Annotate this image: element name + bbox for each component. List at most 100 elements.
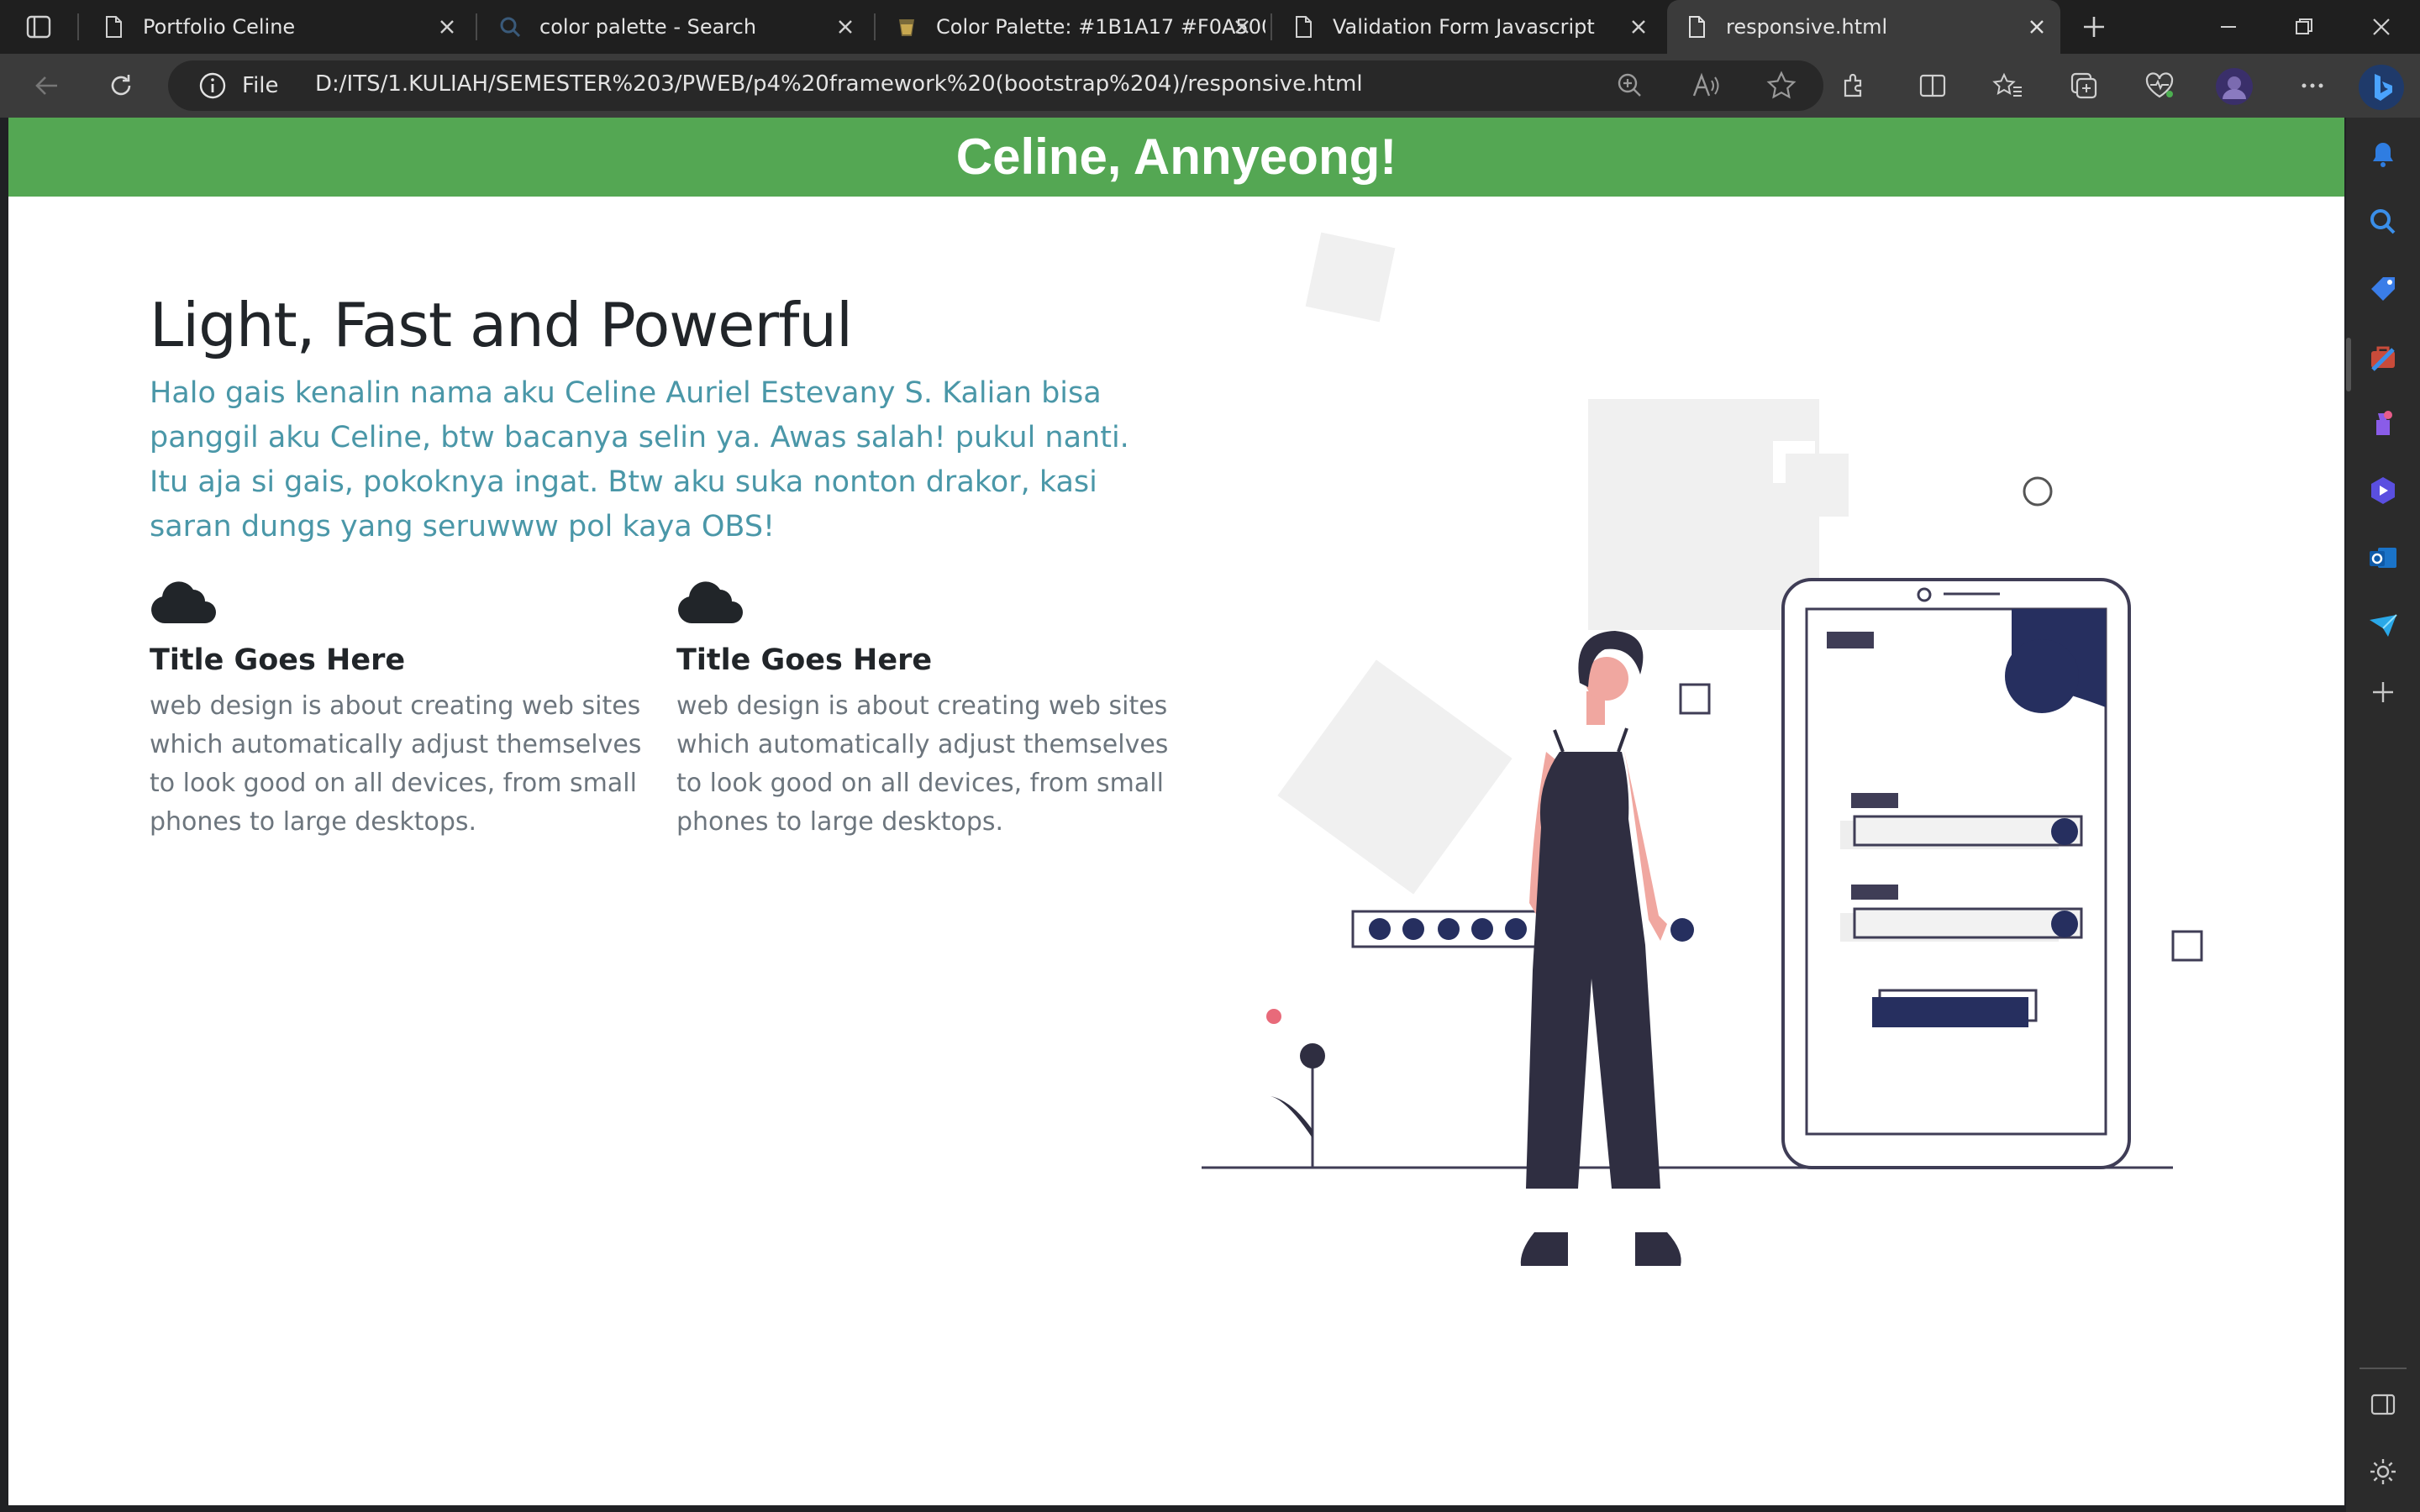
password-dot	[1369, 918, 1391, 940]
plant-flower	[1300, 1043, 1325, 1068]
form-button	[1872, 997, 2028, 1027]
decor-circle	[2023, 476, 2053, 507]
page-icon	[106, 16, 122, 38]
phone-circle-shape	[2005, 639, 2079, 713]
tab-responsive[interactable]: responsive.html	[1667, 0, 2060, 54]
tools-icon[interactable]	[2366, 341, 2400, 375]
tab-separator	[1270, 13, 1272, 40]
decor-small-square	[1679, 683, 1711, 715]
feature-title: Title Goes Here	[150, 643, 406, 677]
woman-left-boot	[1520, 1232, 1568, 1266]
games-icon[interactable]	[2366, 407, 2400, 440]
notifications-bell-icon[interactable]	[2366, 138, 2400, 171]
woman-right-boot	[1635, 1232, 1681, 1266]
decor-square	[1786, 454, 1849, 517]
send-drop-icon[interactable]	[2366, 608, 2400, 642]
microsoft-365-icon[interactable]	[2366, 474, 2400, 507]
zoom-icon[interactable]	[1613, 69, 1647, 102]
tab-color-palette[interactable]: Color Palette: #1B1A17 #F0A500	[877, 0, 1265, 54]
close-window-icon[interactable]	[2365, 10, 2398, 44]
tab-color-search[interactable]: color palette - Search	[481, 0, 869, 54]
form-label-bar	[1851, 793, 1898, 808]
profile-avatar[interactable]	[2215, 67, 2254, 106]
page-icon	[1296, 16, 1312, 38]
feature-title: Title Goes Here	[676, 643, 933, 677]
phone-logo-bar	[1827, 632, 1874, 648]
close-icon[interactable]	[2023, 13, 2050, 40]
back-icon[interactable]	[30, 69, 64, 102]
search-icon	[500, 17, 521, 38]
tab-separator	[77, 13, 79, 40]
feature-card: Title Goes Here web design is about crea…	[150, 580, 645, 842]
tab-title: Color Palette: #1B1A17 #F0A500	[936, 15, 1265, 39]
tab-separator	[874, 13, 876, 40]
feature-description: web design is about creating web sites w…	[676, 691, 1169, 837]
tab-validation-form[interactable]: Validation Form Javascript	[1274, 0, 1662, 54]
url-text[interactable]: D:/ITS/1.KULIAH/SEMESTER%203/PWEB/p4%20f…	[315, 71, 1363, 97]
form-label-bar	[1851, 885, 1898, 900]
feature-card: Title Goes Here web design is about crea…	[676, 580, 1172, 842]
new-tab-icon[interactable]	[2077, 10, 2111, 44]
sidebar-divider	[2360, 1368, 2407, 1369]
address-bar[interactable]: File D:/ITS/1.KULIAH/SEMESTER%203/PWEB/p…	[168, 60, 1823, 111]
settings-gear-icon[interactable]	[2366, 1455, 2400, 1488]
extensions-icon[interactable]	[1837, 69, 1870, 102]
browser-essentials-icon[interactable]	[2143, 69, 2176, 102]
form-input	[1853, 907, 2083, 939]
bing-copilot-icon[interactable]	[2358, 64, 2405, 111]
form-input	[1853, 815, 2083, 847]
form-input-knob	[2051, 818, 2078, 845]
close-icon[interactable]	[434, 13, 460, 40]
phone-mockup	[1781, 578, 2131, 1169]
close-icon[interactable]	[1228, 13, 1255, 40]
close-icon[interactable]	[1625, 13, 1652, 40]
cloud-icon	[151, 581, 216, 623]
search-icon[interactable]	[2366, 205, 2400, 239]
site-info-button[interactable]: File	[198, 71, 279, 101]
form-input-knob	[2051, 911, 2078, 937]
woman-dress	[1526, 752, 1660, 1189]
plant-bud	[1266, 1009, 1281, 1024]
password-dot	[1402, 918, 1424, 940]
outlook-icon[interactable]	[2366, 541, 2400, 575]
add-sidebar-app-icon[interactable]	[2366, 675, 2400, 709]
close-icon[interactable]	[832, 13, 859, 40]
browser-toolbar: File D:/ITS/1.KULIAH/SEMESTER%203/PWEB/p…	[0, 54, 2420, 118]
feature-description: web design is about creating web sites w…	[150, 691, 642, 837]
decor-square	[1305, 232, 1396, 323]
read-aloud-icon[interactable]	[1689, 69, 1723, 102]
edge-sidebar	[2346, 118, 2420, 1512]
shopping-tag-icon[interactable]	[2366, 272, 2400, 306]
hero-paragraph: Halo gais kenalin nama aku Celine Auriel…	[150, 376, 1129, 543]
tab-title: responsive.html	[1726, 15, 1888, 39]
password-dot	[1471, 918, 1493, 940]
woman-right-hand-ball	[1670, 918, 1694, 942]
refresh-icon[interactable]	[104, 69, 138, 102]
restore-icon[interactable]	[2287, 10, 2321, 44]
password-dot	[1438, 918, 1460, 940]
palette-favicon-icon	[899, 19, 914, 36]
hide-sidebar-icon[interactable]	[2366, 1388, 2400, 1421]
more-icon[interactable]	[2296, 69, 2329, 102]
site-header: Celine, Annyeong!	[8, 118, 2344, 197]
tab-strip: Portfolio Celine color palette - Search …	[0, 0, 2420, 54]
split-screen-icon[interactable]	[1916, 69, 1949, 102]
password-dot	[1505, 918, 1527, 940]
woman-figure	[1520, 631, 1694, 1266]
site-title: Celine, Annyeong!	[955, 129, 1397, 185]
favorite-star-icon[interactable]	[1765, 69, 1798, 102]
login-illustration	[1202, 232, 2203, 1266]
tab-portfolio[interactable]: Portfolio Celine	[84, 0, 471, 54]
minimize-icon[interactable]	[2212, 10, 2245, 44]
tab-actions-icon[interactable]	[25, 13, 52, 40]
collections-icon[interactable]	[2067, 69, 2101, 102]
plant-leaf	[1270, 1096, 1313, 1138]
decor-small-square	[2171, 930, 2203, 962]
hero-heading: Light, Fast and Powerful	[150, 290, 853, 360]
favorites-icon[interactable]	[1991, 69, 2025, 102]
info-icon	[199, 72, 226, 99]
sidebar-active-indicator	[2346, 338, 2351, 391]
tab-separator	[476, 13, 477, 40]
web-page: Celine, Annyeong! Light, Fast and Powerf…	[8, 118, 2344, 1505]
decor-diamond	[1277, 659, 1512, 895]
